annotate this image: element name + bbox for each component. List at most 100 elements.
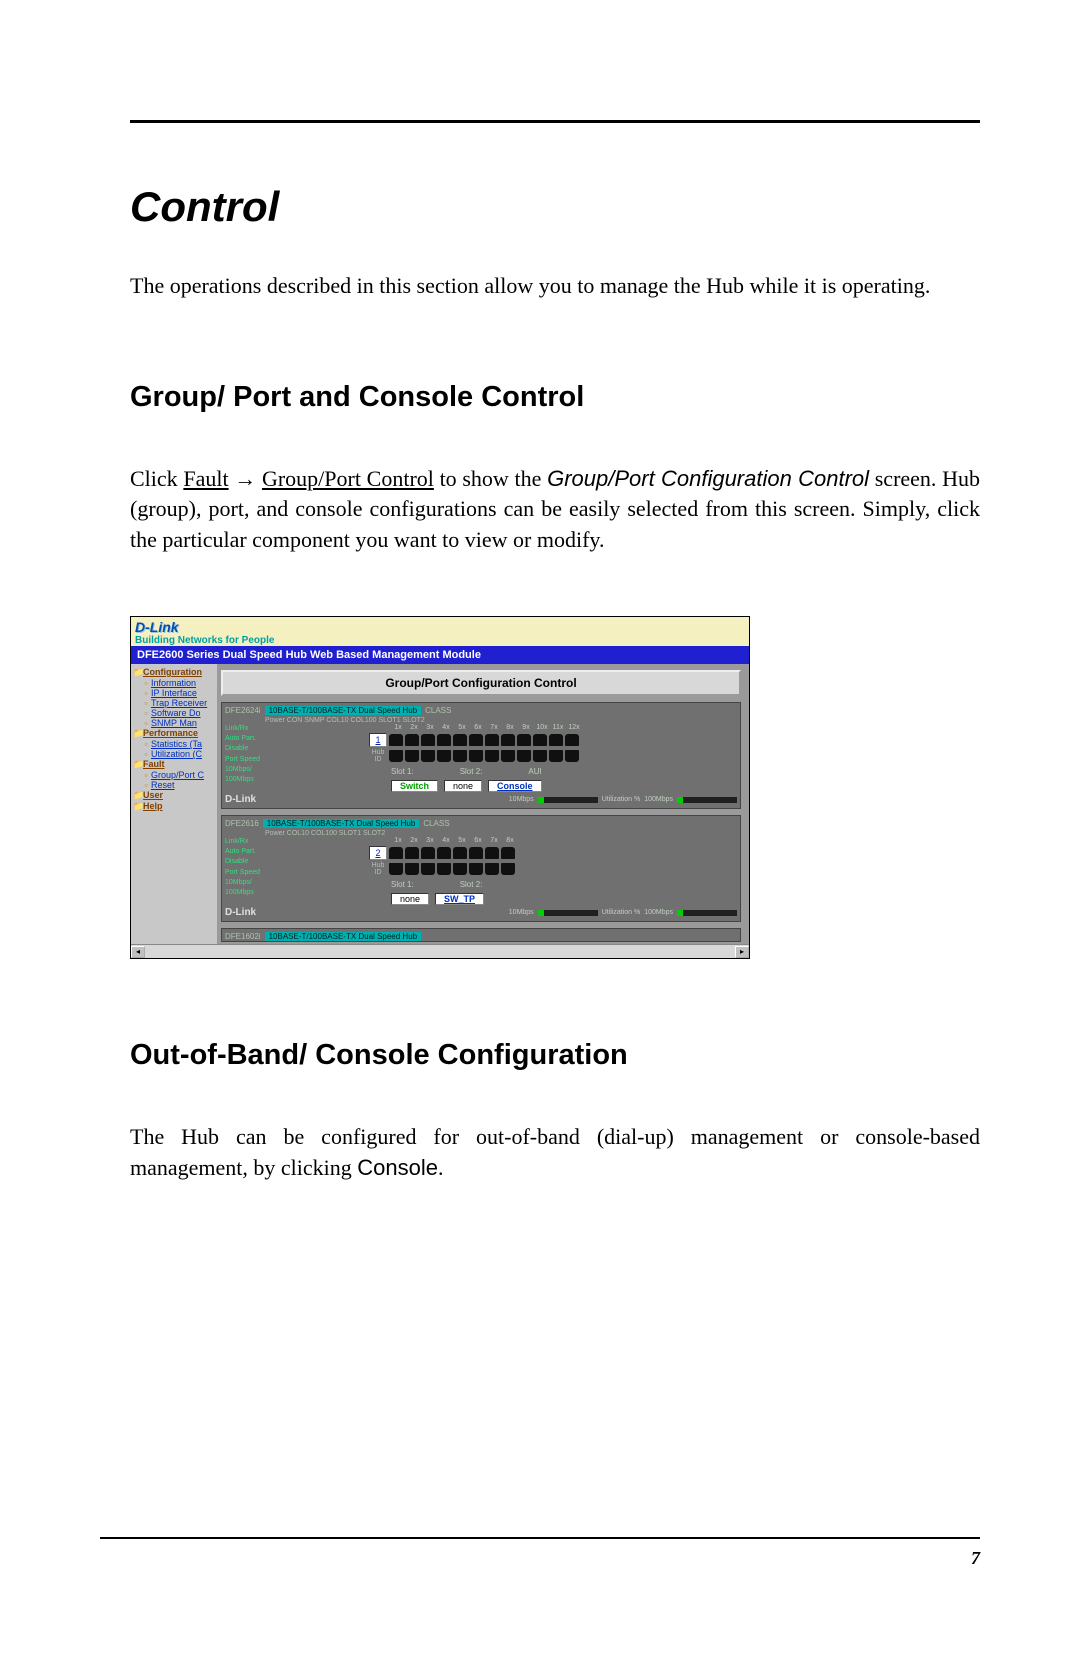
- nav-group-configuration[interactable]: 📁Configuration: [133, 667, 215, 678]
- nav-group-fault[interactable]: 📁Fault: [133, 759, 215, 770]
- port-num: 12x: [567, 724, 581, 731]
- port-icon[interactable]: [485, 863, 499, 875]
- horizontal-scrollbar[interactable]: ◂ ▸: [131, 944, 749, 958]
- port-num: 6x: [471, 837, 485, 844]
- nav-label: Reset: [151, 780, 175, 790]
- port-icon[interactable]: [405, 863, 419, 875]
- port-icon[interactable]: [517, 750, 531, 762]
- port-icon[interactable]: [549, 734, 563, 746]
- nav-label: Group/Port C: [151, 770, 204, 780]
- led-label: 100Mbps: [225, 888, 254, 898]
- hub2-port-numbers-top: 1x2x3x4x5x6x7x8x: [391, 837, 737, 844]
- port-icon[interactable]: [453, 847, 467, 859]
- port-icon[interactable]: [485, 750, 499, 762]
- screenshot-figure: D-Link Building Networks for People DFE2…: [130, 616, 750, 959]
- link-group-port-control: Group/Port Control: [262, 466, 434, 491]
- port-icon[interactable]: [501, 847, 515, 859]
- port-icon[interactable]: [389, 750, 403, 762]
- port-icon[interactable]: [453, 750, 467, 762]
- text-arrow: →: [229, 466, 262, 491]
- port-icon[interactable]: [389, 847, 403, 859]
- doc-icon: ▫: [141, 708, 151, 718]
- port-icon[interactable]: [421, 863, 435, 875]
- nav-group-help[interactable]: 📁Help: [133, 801, 215, 812]
- hubid-label: Hub ID: [369, 749, 387, 763]
- nav-item-ip[interactable]: ▫IP Interface: [141, 688, 215, 698]
- port-icon[interactable]: [405, 847, 419, 859]
- scroll-right-icon[interactable]: ▸: [735, 946, 749, 958]
- slot2-button-swtp[interactable]: SW_TP: [435, 893, 484, 905]
- port-icon[interactable]: [437, 863, 451, 875]
- nav-item-utilization[interactable]: ▫Utilization (C: [141, 749, 215, 759]
- top-rule: [130, 120, 980, 123]
- hub1-slots: Slot 1: Slot 2: AUI: [391, 767, 737, 776]
- port-icon[interactable]: [501, 734, 515, 746]
- port-icon[interactable]: [565, 734, 579, 746]
- aui-button-console[interactable]: Console: [488, 780, 542, 792]
- port-icon[interactable]: [405, 734, 419, 746]
- port-icon[interactable]: [389, 863, 403, 875]
- port-icon[interactable]: [485, 847, 499, 859]
- port-icon[interactable]: [517, 734, 531, 746]
- port-icon[interactable]: [469, 734, 483, 746]
- port-icon[interactable]: [469, 750, 483, 762]
- hub2-id-button[interactable]: 2: [369, 846, 387, 860]
- hub1-ports-row-top: 1: [369, 733, 737, 747]
- port-icon[interactable]: [453, 863, 467, 875]
- port-icon[interactable]: [549, 750, 563, 762]
- port-icon[interactable]: [437, 734, 451, 746]
- hub1-id-button[interactable]: 1: [369, 733, 387, 747]
- hub2-port-block: 1x2x3x4x5x6x7x8x 2 Hub ID Sl: [369, 837, 737, 905]
- hub2-led-block: Link/Rx Auto Part. Disable Port Speed 10…: [225, 837, 365, 905]
- port-icon[interactable]: [421, 847, 435, 859]
- port-icon[interactable]: [389, 734, 403, 746]
- port-num: 8x: [503, 837, 517, 844]
- nav-item-group-port[interactable]: ▫Group/Port C: [141, 770, 215, 780]
- port-num: 4x: [439, 724, 453, 731]
- port-icon[interactable]: [501, 863, 515, 875]
- text-click: Click: [130, 466, 183, 491]
- bar-icon: [538, 910, 598, 916]
- port-icon[interactable]: [437, 750, 451, 762]
- port-icon[interactable]: [501, 750, 515, 762]
- nav-item-information[interactable]: ▫Information: [141, 678, 215, 688]
- scroll-left-icon[interactable]: ◂: [131, 946, 145, 958]
- bottom-rule: [100, 1537, 980, 1539]
- slot1-button-switch[interactable]: Switch: [391, 780, 438, 792]
- slot2-label: Slot 2:: [460, 767, 483, 776]
- hub1-model: DFE2624i: [225, 706, 261, 715]
- nav-label: User: [143, 790, 163, 800]
- nav-label: Statistics (Ta: [151, 739, 202, 749]
- slot2-button-none[interactable]: none: [444, 780, 482, 792]
- port-icon[interactable]: [485, 734, 499, 746]
- port-icon[interactable]: [533, 750, 547, 762]
- port-icon[interactable]: [437, 847, 451, 859]
- port-icon[interactable]: [453, 734, 467, 746]
- port-num: 9x: [519, 724, 533, 731]
- port-num: 3x: [423, 837, 437, 844]
- aui-label: AUI: [528, 767, 541, 776]
- port-icon[interactable]: [565, 750, 579, 762]
- port-icon[interactable]: [469, 863, 483, 875]
- port-icon[interactable]: [405, 750, 419, 762]
- led-label: 10Mbps/: [225, 765, 252, 775]
- nav-group-user[interactable]: 📁User: [133, 790, 215, 801]
- port-icon[interactable]: [533, 734, 547, 746]
- nav-item-trap[interactable]: ▫Trap Receiver: [141, 698, 215, 708]
- section2-paragraph: The Hub can be configured for out-of-ban…: [130, 1122, 980, 1184]
- port-icon[interactable]: [421, 750, 435, 762]
- nav-item-software[interactable]: ▫Software Do: [141, 708, 215, 718]
- section1-heading: Group/ Port and Console Control: [130, 381, 980, 414]
- page-number: 7: [971, 1548, 980, 1569]
- port-icon[interactable]: [469, 847, 483, 859]
- nav-item-snmp[interactable]: ▫SNMP Man: [141, 718, 215, 728]
- nav-item-statistics[interactable]: ▫Statistics (Ta: [141, 739, 215, 749]
- nav-item-reset[interactable]: ▫Reset: [141, 780, 215, 790]
- led-label: Port Speed: [225, 868, 260, 878]
- port-num: 10x: [535, 724, 549, 731]
- hub2-class: CLASS: [423, 819, 449, 828]
- nav-group-performance[interactable]: 📁Performance: [133, 728, 215, 739]
- nav-label: Configuration: [143, 667, 202, 677]
- slot1-button-none[interactable]: none: [391, 893, 429, 905]
- port-icon[interactable]: [421, 734, 435, 746]
